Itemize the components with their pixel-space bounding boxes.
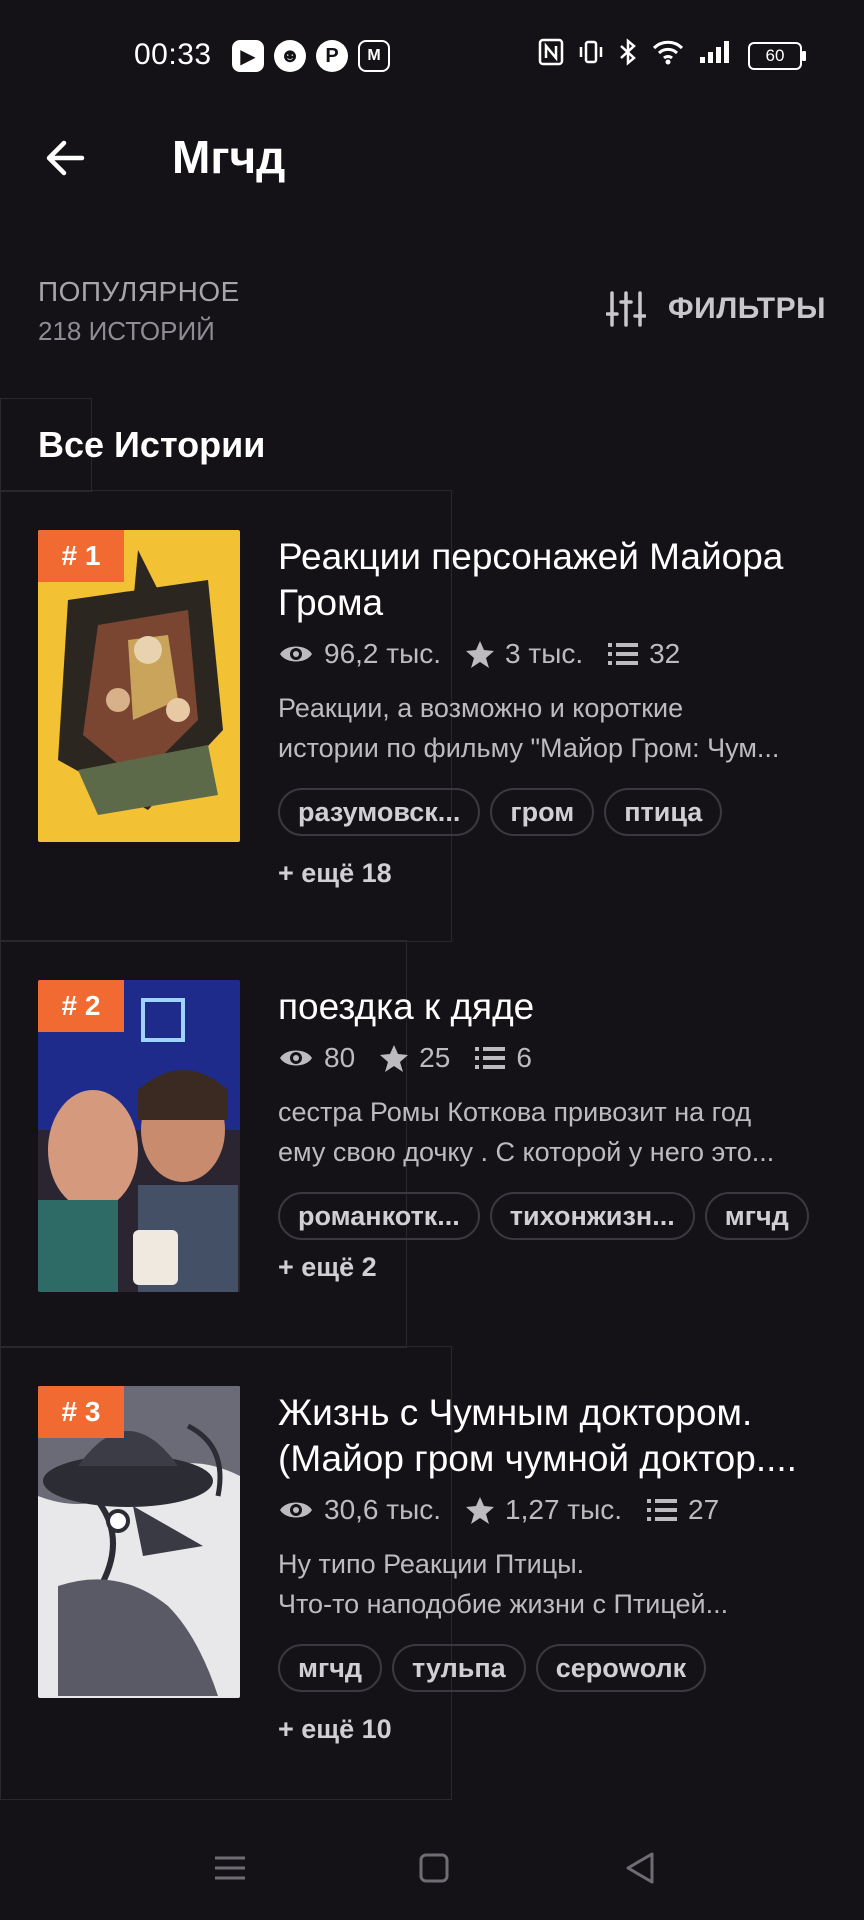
status-bar: 00:33 ▶ ☻ P M 60 xyxy=(0,0,864,112)
system-back-button[interactable] xyxy=(610,1838,670,1898)
tag-chip[interactable]: романкотк... xyxy=(278,1192,480,1240)
app-bar: Мгчд xyxy=(0,112,864,204)
filter-sliders-icon xyxy=(606,291,647,327)
status-system-icons: 60 xyxy=(538,38,806,73)
page-title: Мгчд xyxy=(172,131,286,183)
vibrate-icon xyxy=(578,38,604,73)
desc-line: Реакции, а возможно и короткие xyxy=(278,693,684,723)
views-count: 80 xyxy=(324,1042,356,1073)
story-title-2-line-1: поездка к дяде xyxy=(278,986,535,1027)
menu-icon xyxy=(215,1856,245,1880)
home-button[interactable] xyxy=(404,1838,464,1898)
stars-count: 25 xyxy=(419,1042,451,1073)
parts-count: 6 xyxy=(516,1042,532,1073)
story-tags-2: романкотк... тихонжизн... мгчд + ещё 2 xyxy=(278,1192,834,1283)
section-label: ПОПУЛЯРНОЕ xyxy=(38,276,240,307)
gmail-icon: M xyxy=(358,40,390,72)
eye-icon xyxy=(280,1502,312,1518)
story-stats-3: 30,6 тыс. 1,27 тыс. 27 xyxy=(278,1494,719,1526)
story-title-2[interactable]: поездка к дяде xyxy=(278,984,834,1030)
desc-line: Ну типо Реакции Птицы. xyxy=(278,1549,585,1579)
story-title-3-line-2: (Майор гром чумной доктор.... xyxy=(278,1438,797,1479)
nfc-icon xyxy=(538,38,564,73)
stars-count: 3 тыс. xyxy=(505,638,584,669)
more-tags-link[interactable]: + ещё 2 xyxy=(278,1252,377,1283)
tag-chip[interactable]: птица xyxy=(604,788,723,836)
desc-line: Что-то наподобие жизни с Птицей... xyxy=(278,1589,729,1619)
status-app-icons: ▶ ☻ P M xyxy=(232,40,390,72)
list-icon xyxy=(475,1047,506,1069)
story-desc-3: Ну типо Реакции Птицы. Что-то наподобие … xyxy=(278,1544,828,1624)
story-title-3-line-1: Жизнь с Чумным доктором. xyxy=(278,1392,753,1433)
battery-indicator: 60 xyxy=(748,41,806,70)
story-tags-1: разумовск... гром птица xyxy=(278,788,834,836)
more-tags-link[interactable]: + ещё 10 xyxy=(278,1714,392,1745)
star-icon xyxy=(380,1045,409,1072)
views-count: 96,2 тыс. xyxy=(324,638,442,669)
eye-icon xyxy=(280,646,312,662)
filters-label: ФИЛЬТРЫ xyxy=(668,292,826,325)
tag-chip[interactable]: гром xyxy=(490,788,595,836)
rank-badge-1: # 1 xyxy=(38,530,124,582)
tag-chip[interactable]: серowолк xyxy=(535,1644,707,1692)
story-title-1-line-1: Реакции персонажей Майора xyxy=(278,536,784,577)
views-count: 30,6 тыс. xyxy=(324,1494,442,1525)
story-title-1-line-2: Грома xyxy=(278,582,384,623)
story-cover-1[interactable]: # 1 xyxy=(38,530,240,842)
stars-count: 1,27 тыс. xyxy=(505,1494,623,1525)
tag-chip[interactable]: тихонжизн... xyxy=(489,1192,695,1240)
rank-badge-3: # 3 xyxy=(38,1386,124,1438)
back-arrow-icon xyxy=(46,140,85,176)
parts-count: 27 xyxy=(688,1494,720,1525)
parts-count: 32 xyxy=(649,638,681,669)
eye-icon xyxy=(280,1050,312,1066)
list-title: Все Истории xyxy=(38,424,266,465)
tag-chip[interactable]: разумовск... xyxy=(278,788,481,836)
bluetooth-icon xyxy=(618,38,638,73)
recent-apps-button[interactable] xyxy=(200,1838,260,1898)
video-app-icon: ▶ xyxy=(232,40,264,72)
rank-badge-2: # 2 xyxy=(38,980,124,1032)
back-triangle-icon xyxy=(626,1852,654,1884)
list-icon xyxy=(608,643,639,665)
smiley-app-icon: ☻ xyxy=(274,40,306,72)
tag-chip[interactable]: мгчд xyxy=(278,1644,383,1692)
wifi-icon xyxy=(652,39,684,72)
desc-line: ему свою дочку . С которой у него это... xyxy=(278,1137,775,1167)
story-desc-1: Реакции, а возможно и короткие истории п… xyxy=(278,688,828,768)
story-stats-2: 80 25 6 xyxy=(278,1042,532,1074)
desc-line: истории по фильму "Майор Гром: Чум... xyxy=(278,733,780,763)
story-tags-3: мгчд тульпа серowолк xyxy=(278,1644,834,1692)
story-desc-2: сестра Ромы Коткова привозит на год ему … xyxy=(278,1092,828,1172)
home-square-icon xyxy=(419,1853,449,1883)
signal-icon xyxy=(698,39,734,72)
story-title-3[interactable]: Жизнь с Чумным доктором. (Майор гром чум… xyxy=(278,1390,834,1482)
story-cover-2[interactable]: # 2 xyxy=(38,980,240,1292)
pinterest-icon: P xyxy=(316,40,348,72)
star-icon xyxy=(466,641,495,668)
list-icon xyxy=(647,1499,678,1521)
story-cover-3[interactable]: # 3 xyxy=(38,1386,240,1698)
story-stats-1: 96,2 тыс. 3 тыс. 32 xyxy=(278,638,680,670)
story-title-1[interactable]: Реакции персонажей Майора Грома xyxy=(278,534,834,626)
tag-chip[interactable]: тульпа xyxy=(392,1644,526,1692)
system-nav-bar xyxy=(0,1810,864,1920)
story-count: 218 ИСТОРИЙ xyxy=(38,316,215,346)
status-time: 00:33 xyxy=(134,38,212,71)
back-button[interactable] xyxy=(40,132,92,184)
more-tags-link[interactable]: + ещё 18 xyxy=(278,858,392,889)
tag-chip[interactable]: мгчд xyxy=(704,1192,809,1240)
star-icon xyxy=(466,1497,495,1524)
filters-button[interactable]: ФИЛЬТРЫ xyxy=(606,290,826,328)
desc-line: сестра Ромы Коткова привозит на год xyxy=(278,1097,752,1127)
